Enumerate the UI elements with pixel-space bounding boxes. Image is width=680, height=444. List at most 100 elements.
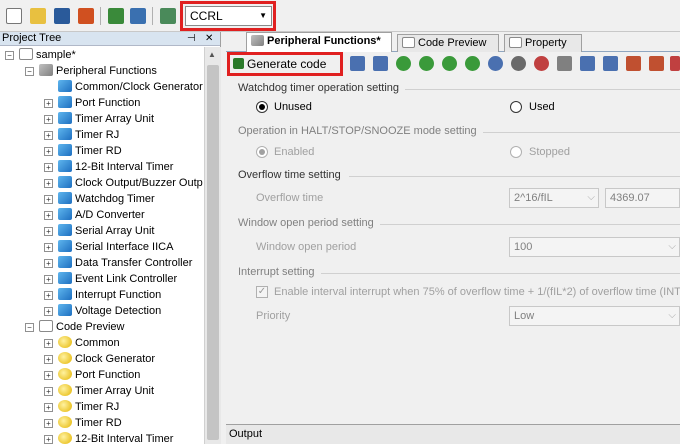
collapse-icon[interactable]: −: [25, 323, 34, 332]
peripheral-icon: [58, 240, 72, 252]
tab-code-preview[interactable]: Code Preview: [397, 34, 499, 52]
radio-unused-label: Unused: [274, 101, 312, 113]
expand-icon[interactable]: +: [44, 291, 53, 300]
clock-icon[interactable]: [442, 56, 457, 71]
pin-icon[interactable]: ⊣: [187, 32, 196, 45]
expand-icon[interactable]: +: [44, 131, 53, 140]
code-file-icon: [58, 352, 72, 364]
priority-select[interactable]: Low ⌵: [509, 306, 680, 326]
function-icon[interactable]: [670, 56, 680, 71]
radio-used[interactable]: [510, 101, 522, 113]
radio-unused[interactable]: [256, 101, 268, 113]
interval-interrupt-checkbox[interactable]: ✓: [256, 286, 268, 298]
radio-enabled[interactable]: [256, 146, 268, 158]
tab-property[interactable]: Property: [504, 34, 582, 52]
code-preview-icon: [402, 37, 415, 48]
tree-item-label: Common/Clock Generator: [75, 81, 203, 93]
scroll-up-icon[interactable]: ▲: [208, 50, 216, 59]
radio-stopped-label: Stopped: [529, 146, 570, 158]
expand-icon[interactable]: +: [44, 275, 53, 284]
peripheral-icon: [58, 256, 72, 268]
expand-icon[interactable]: +: [44, 371, 53, 380]
expand-icon[interactable]: +: [44, 211, 53, 220]
function-icon[interactable]: [373, 56, 388, 71]
expand-icon[interactable]: +: [44, 387, 53, 396]
close-icon[interactable]: ✕: [205, 32, 213, 45]
tree-item-label: Port Function: [75, 369, 141, 381]
buzzer-icon[interactable]: [488, 56, 503, 71]
tree-item-label: A/D Converter: [75, 209, 145, 221]
window-section-title: Window open period setting: [238, 217, 374, 229]
function-icon[interactable]: [649, 56, 664, 71]
tree-item-label: Watchdog Timer: [75, 193, 155, 205]
interval-interrupt-label: Enable interval interrupt when 75% of ov…: [274, 286, 680, 298]
output-panel-bar[interactable]: Output: [226, 424, 680, 444]
peripheral-tab-icon: [251, 35, 264, 46]
expand-icon[interactable]: +: [44, 227, 53, 236]
priority-label: Priority: [256, 310, 291, 322]
overflow-time-select[interactable]: 2^16/fIL ⌵: [509, 188, 599, 208]
property-icon: [509, 37, 522, 48]
collapse-icon[interactable]: −: [25, 67, 34, 76]
expand-icon[interactable]: +: [44, 403, 53, 412]
serial-icon[interactable]: [511, 56, 526, 71]
collapse-icon[interactable]: −: [5, 51, 14, 60]
expand-icon[interactable]: +: [44, 419, 53, 428]
peripheral-icon: [58, 208, 72, 220]
expand-icon[interactable]: +: [44, 195, 53, 204]
new-file-icon[interactable]: [6, 8, 22, 24]
save-icon[interactable]: [54, 8, 70, 24]
build-icon[interactable]: [108, 8, 124, 24]
expand-icon[interactable]: +: [44, 243, 53, 252]
code-file-icon: [58, 384, 72, 396]
tree-scrollbar[interactable]: ▲: [204, 47, 221, 444]
halt-section-title: Operation in HALT/STOP/SNOOZE mode setti…: [238, 125, 477, 137]
tree-item-label: Clock Output/Buzzer Outp: [75, 177, 203, 189]
expand-icon[interactable]: +: [44, 435, 53, 444]
code-file-icon: [58, 432, 72, 444]
generate-code-button[interactable]: Generate code: [231, 55, 339, 73]
window-open-select-value: 100: [514, 241, 533, 253]
expand-icon[interactable]: +: [44, 99, 53, 108]
scrollbar-thumb[interactable]: [207, 65, 219, 440]
clock-icon[interactable]: [465, 56, 480, 71]
section-divider: [405, 89, 680, 90]
tab-label: Property: [525, 37, 567, 49]
radio-stopped[interactable]: [510, 146, 522, 158]
adc-icon[interactable]: [534, 56, 549, 71]
expand-icon[interactable]: +: [44, 115, 53, 124]
open-folder-icon[interactable]: [30, 8, 46, 24]
window-open-select[interactable]: 100 ⌵: [509, 237, 680, 257]
function-icon[interactable]: [603, 56, 618, 71]
expand-icon[interactable]: +: [44, 147, 53, 156]
peripheral-icon: [58, 288, 72, 300]
function-icon[interactable]: [626, 56, 641, 71]
clock-icon[interactable]: [419, 56, 434, 71]
expand-icon[interactable]: +: [44, 339, 53, 348]
expand-icon[interactable]: +: [44, 163, 53, 172]
close-icon[interactable]: [78, 8, 94, 24]
chevron-down-icon: ⌵: [668, 310, 676, 321]
function-icon[interactable]: [350, 56, 365, 71]
tree-item-label: 12-Bit Interval Timer: [75, 161, 174, 173]
function-icon[interactable]: [557, 56, 572, 71]
tree-item-label: Port Function: [75, 97, 141, 109]
expand-icon[interactable]: +: [44, 259, 53, 268]
tree-item-label: Event Link Controller: [75, 273, 178, 285]
function-icon[interactable]: [580, 56, 595, 71]
toolbar-separator: [152, 7, 153, 25]
main-toolbar: CCRL ▼: [0, 0, 680, 32]
clock-icon[interactable]: [396, 56, 411, 71]
compiler-combo[interactable]: CCRL ▼: [185, 6, 272, 26]
peripheral-icon: [58, 160, 72, 172]
overflow-time-select-value: 2^16/fIL: [514, 192, 553, 204]
tab-peripheral-functions[interactable]: Peripheral Functions*: [246, 32, 392, 53]
project-tree: − sample* − Peripheral Functions Common/Cloc…: [0, 47, 204, 444]
expand-icon[interactable]: +: [44, 179, 53, 188]
overflow-time-value: 4369.07: [605, 188, 680, 208]
download-icon[interactable]: [160, 8, 176, 24]
debug-icon[interactable]: [130, 8, 146, 24]
tree-item-label: Interrupt Function: [75, 289, 162, 301]
expand-icon[interactable]: +: [44, 307, 53, 316]
expand-icon[interactable]: +: [44, 355, 53, 364]
